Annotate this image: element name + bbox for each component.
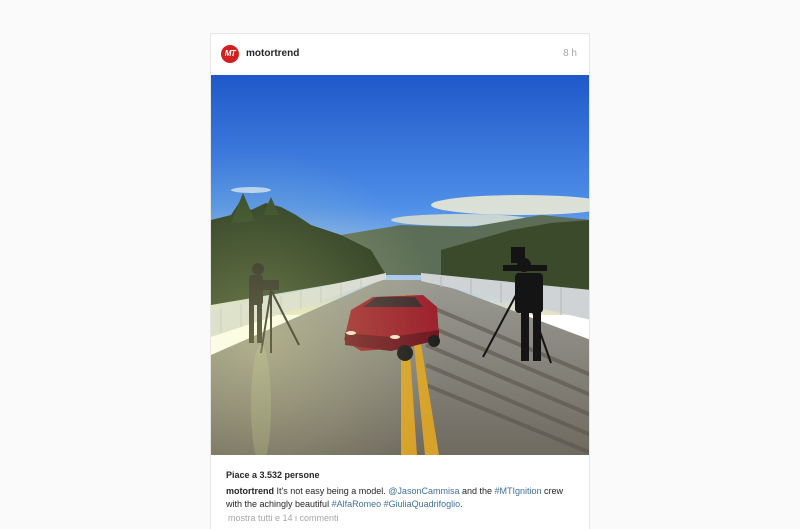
view-all-comments-link[interactable]: mostra tutti e 14 i commenti bbox=[228, 513, 339, 523]
post-header: MT motortrend 8 h bbox=[211, 34, 589, 75]
avatar[interactable]: MT bbox=[221, 45, 239, 63]
caption-text: and the bbox=[459, 486, 495, 496]
post-timestamp[interactable]: 8 h bbox=[563, 48, 577, 59]
caption-text: It's not easy being a model. bbox=[274, 486, 389, 496]
post-photo[interactable] bbox=[211, 75, 589, 455]
hashtag-link[interactable]: #AlfaRomeo bbox=[332, 499, 382, 509]
mention-link[interactable]: @JasonCammisa bbox=[388, 486, 459, 496]
hashtag-link[interactable]: #MTIgnition bbox=[494, 486, 541, 496]
caption-text: . bbox=[460, 499, 463, 509]
post-caption: motortrend It's not easy being a model. … bbox=[226, 485, 581, 511]
caption-username[interactable]: motortrend bbox=[226, 486, 274, 496]
hashtag-link[interactable]: #GiuliaQuadrifoglio bbox=[384, 499, 461, 509]
username-link[interactable]: motortrend bbox=[246, 48, 299, 59]
likes-count[interactable]: Piace a 3.532 persone bbox=[226, 470, 320, 480]
photo-scene bbox=[211, 75, 589, 455]
post-card: MT motortrend 8 h Piace a 3.532 persone … bbox=[210, 33, 590, 529]
